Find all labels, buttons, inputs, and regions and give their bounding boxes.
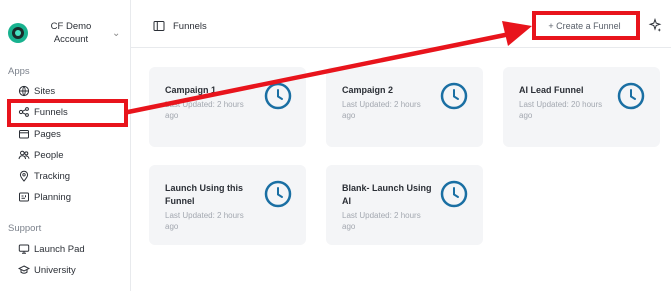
funnel-card-updated: Last Updated: 2 hours ago bbox=[342, 100, 421, 120]
funnel-card[interactable]: Launch Using this Funnel Last Updated: 2… bbox=[149, 165, 306, 245]
funnel-card-updated: Last Updated: 2 hours ago bbox=[342, 211, 421, 231]
sidebar-item-label: Planning bbox=[34, 191, 71, 203]
funnel-card-updated: Last Updated: 2 hours ago bbox=[165, 100, 244, 120]
sidebar-item-pages[interactable]: Pages bbox=[18, 126, 61, 142]
globe-icon bbox=[18, 85, 30, 97]
sidebar-item-people[interactable]: People bbox=[18, 147, 64, 163]
sparkle-icon[interactable] bbox=[648, 18, 662, 32]
funnel-card-title: AI Lead Funnel bbox=[519, 85, 584, 95]
graduation-cap-icon bbox=[18, 264, 30, 276]
funnels-grid: Campaign 1 Last Updated: 2 hours ago Cam… bbox=[131, 49, 671, 291]
sidebar-item-label: Launch Pad bbox=[34, 243, 85, 255]
sidebar-item-label: Sites bbox=[34, 85, 56, 97]
funnel-card[interactable]: Campaign 2 Last Updated: 2 hours ago bbox=[326, 67, 483, 147]
clock-icon bbox=[264, 82, 292, 110]
funnel-card-title: Launch Using this Funnel bbox=[165, 183, 244, 206]
account-switcher[interactable]: CF Demo Account ⌄ bbox=[8, 16, 126, 50]
funnel-card-updated: Last Updated: 20 hours ago bbox=[519, 100, 603, 120]
chevron-down-icon: ⌄ bbox=[112, 27, 121, 39]
sidebar-item-label: Pages bbox=[34, 128, 61, 140]
apps-section-label: Apps bbox=[8, 66, 30, 77]
funnel-card-title: Campaign 1 bbox=[165, 85, 217, 95]
highlight-box-create-funnel bbox=[532, 11, 640, 40]
pages-icon bbox=[18, 128, 30, 140]
sidebar-item-launch-pad[interactable]: Launch Pad bbox=[18, 241, 85, 257]
clock-icon bbox=[617, 82, 645, 110]
monitor-icon bbox=[18, 243, 30, 255]
clock-icon bbox=[440, 180, 468, 208]
sidebar-item-label: University bbox=[34, 264, 76, 276]
funnel-card-title: Campaign 2 bbox=[342, 85, 394, 95]
sidebar-item-university[interactable]: University bbox=[18, 262, 76, 278]
clock-icon bbox=[264, 180, 292, 208]
funnel-card[interactable]: Campaign 1 Last Updated: 2 hours ago bbox=[149, 67, 306, 147]
sidebar-item-planning[interactable]: Planning bbox=[18, 189, 71, 205]
funnel-card-updated: Last Updated: 2 hours ago bbox=[165, 211, 244, 231]
highlight-box-funnels bbox=[7, 99, 128, 127]
sidebar-item-label: Tracking bbox=[34, 170, 71, 182]
funnel-card[interactable]: AI Lead Funnel Last Updated: 20 hours ag… bbox=[503, 67, 660, 147]
funnel-card-title: Blank- Launch Using AI bbox=[342, 183, 432, 206]
sidebar-item-tracking[interactable]: Tracking bbox=[18, 168, 70, 184]
funnel-card[interactable]: Blank- Launch Using AI Last Updated: 2 h… bbox=[326, 165, 483, 245]
clock-icon bbox=[440, 82, 468, 110]
sidebar-toggle-icon[interactable] bbox=[153, 20, 165, 32]
account-name: CF Demo Account bbox=[50, 21, 92, 45]
sidebar: CF Demo Account ⌄ Apps Sites Funnels Pag… bbox=[0, 0, 131, 291]
breadcrumb-label: Funnels bbox=[173, 20, 207, 32]
location-pin-icon bbox=[18, 170, 30, 182]
sidebar-item-label: People bbox=[34, 149, 64, 161]
sidebar-item-sites[interactable]: Sites bbox=[18, 83, 55, 99]
people-icon bbox=[18, 149, 30, 161]
support-section-label: Support bbox=[8, 223, 42, 234]
avatar bbox=[8, 23, 28, 43]
breadcrumb: Funnels bbox=[153, 20, 207, 32]
planning-icon bbox=[18, 191, 30, 203]
